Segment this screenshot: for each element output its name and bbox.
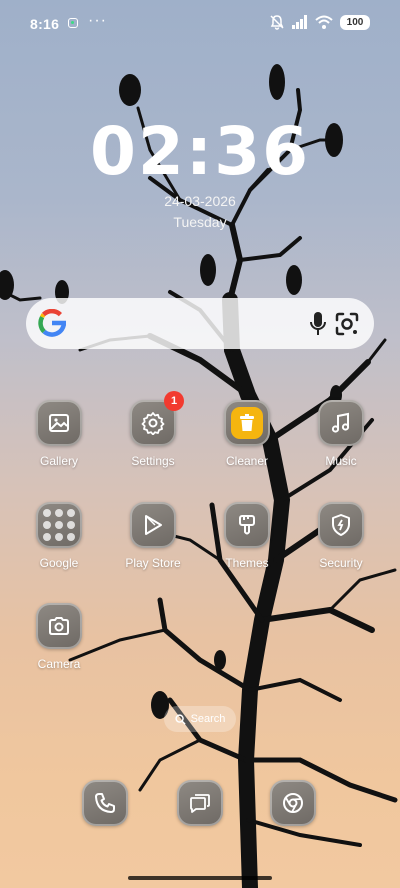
app-themes[interactable]: Themes — [207, 502, 287, 570]
music-note-icon — [318, 400, 364, 446]
more-notifications-icon: ··· — [88, 12, 107, 29]
status-bar: 8:16 ··· 100 — [0, 0, 400, 48]
phone-icon — [95, 793, 115, 813]
lens-icon[interactable] — [334, 311, 360, 337]
search-pill-label: Search — [190, 713, 226, 725]
app-cleaner[interactable]: Cleaner — [207, 400, 287, 468]
chrome-icon — [283, 793, 303, 813]
trash-icon — [231, 407, 263, 439]
app-label: Music — [325, 454, 357, 468]
app-security[interactable]: Security — [301, 502, 381, 570]
app-label: Settings — [131, 454, 175, 468]
microphone-icon[interactable] — [308, 311, 328, 337]
google-logo-icon — [38, 309, 66, 337]
app-folder-google[interactable]: Google — [19, 502, 99, 570]
app-label: Security — [319, 556, 363, 570]
brush-icon — [224, 502, 270, 548]
home-indicator[interactable] — [128, 876, 272, 880]
clock-day: Tuesday — [173, 214, 227, 230]
messages-icon — [190, 794, 210, 813]
shield-icon — [318, 502, 364, 548]
notification-badge: 1 — [164, 391, 184, 411]
google-search-bar[interactable] — [26, 298, 374, 349]
app-play-store[interactable]: Play Store — [113, 502, 193, 570]
notification-app-icon — [68, 18, 78, 28]
clock-date: 24-03-2026 — [164, 193, 236, 209]
app-label: Cleaner — [225, 454, 269, 468]
app-label: Themes — [225, 556, 269, 570]
app-label: Play Store — [125, 556, 181, 570]
search-icon — [174, 713, 186, 725]
battery-icon: 100 — [340, 14, 370, 30]
app-search-pill[interactable]: Search — [164, 706, 236, 732]
app-settings[interactable]: 1 Settings — [113, 391, 193, 468]
clock-time[interactable]: 02:36 — [0, 112, 400, 192]
app-label: Google — [39, 556, 79, 570]
cleaner-app-tile — [224, 400, 270, 446]
app-folder-icon — [36, 502, 82, 548]
app-label: Camera — [37, 657, 81, 671]
wifi-icon — [315, 15, 333, 29]
app-camera[interactable]: Camera — [19, 603, 99, 671]
camera-icon — [36, 603, 82, 649]
dock-messages[interactable] — [177, 780, 223, 826]
app-label: Gallery — [39, 454, 78, 468]
app-music[interactable]: Music — [301, 400, 381, 468]
signal-icon — [292, 15, 307, 29]
status-icons: 100 — [269, 14, 370, 30]
status-time: 8:16 — [30, 16, 60, 32]
dock-phone[interactable] — [82, 780, 128, 826]
mute-icon — [270, 15, 284, 30]
app-gallery[interactable]: Gallery — [19, 400, 99, 468]
gear-icon: 1 — [130, 391, 184, 446]
play-store-icon — [130, 502, 176, 548]
gallery-icon — [36, 400, 82, 446]
dock-chrome[interactable] — [270, 780, 316, 826]
